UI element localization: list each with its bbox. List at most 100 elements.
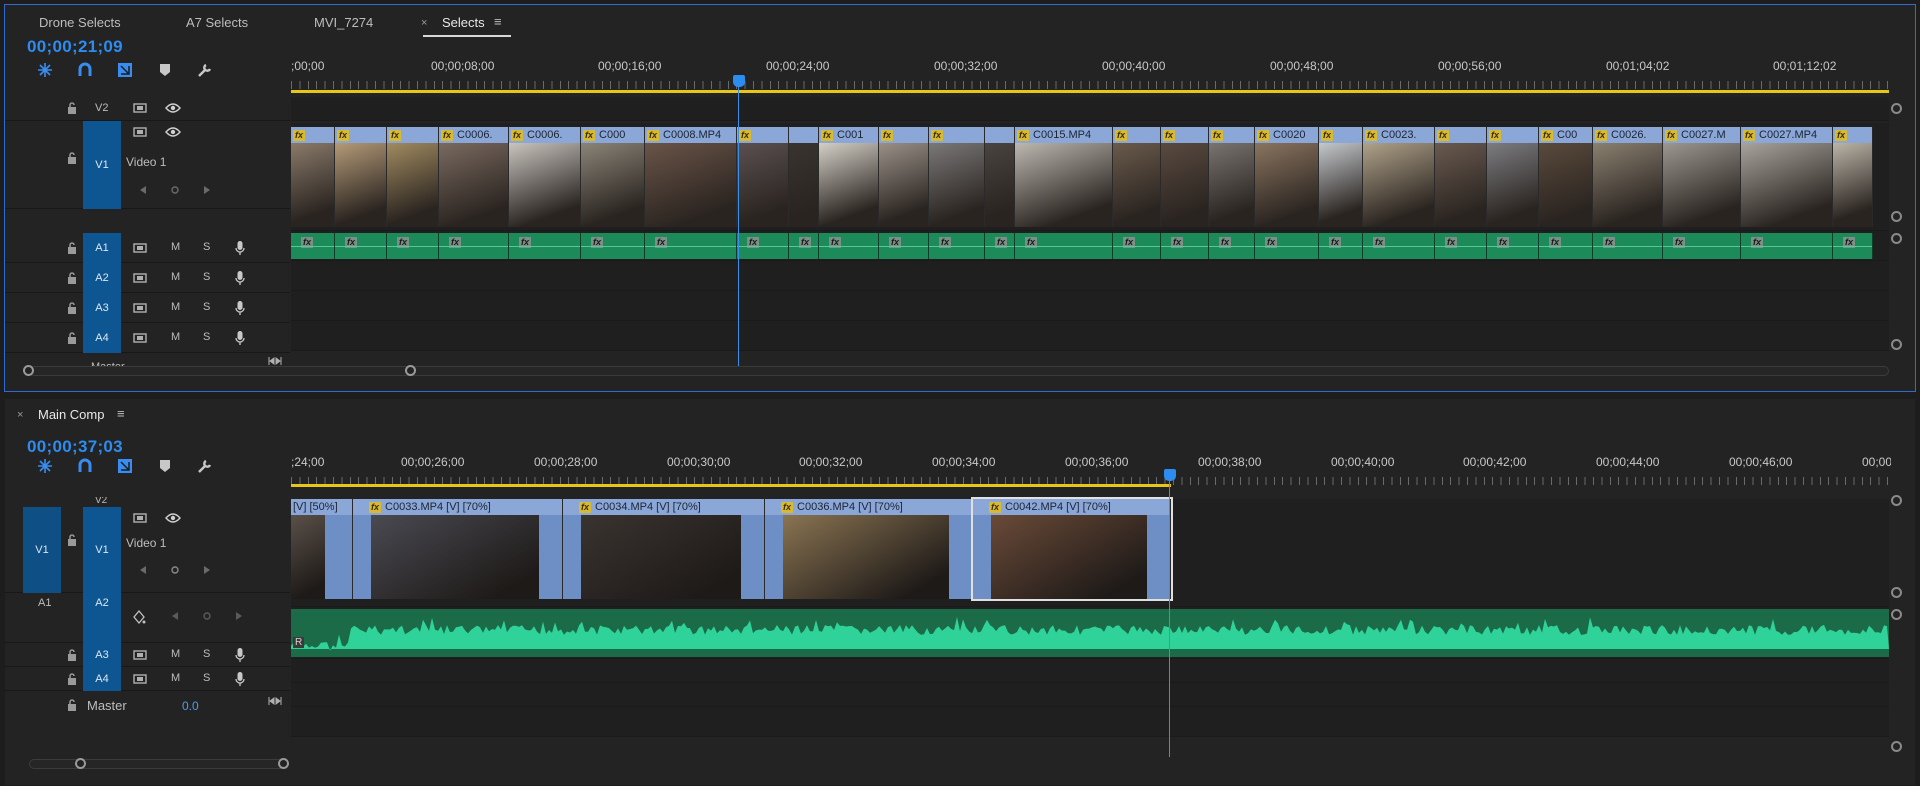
audio-clip[interactable]: fx xyxy=(439,233,509,259)
time-ruler[interactable]: ;24;00 00;00;26;00 00;00;28;00 00;00;30;… xyxy=(291,449,1891,497)
linked-selection-icon[interactable] xyxy=(105,455,145,477)
fx-badge-icon[interactable]: fx xyxy=(989,501,1002,513)
keyframe-mode-icon[interactable] xyxy=(132,609,148,625)
mute-button[interactable]: M xyxy=(171,331,180,343)
audio-clip[interactable]: fx xyxy=(985,233,1015,259)
audio-clip[interactable]: fx xyxy=(1113,233,1161,259)
lock-icon[interactable] xyxy=(65,648,79,662)
fx-badge-icon[interactable]: fx xyxy=(1257,129,1270,141)
lane-a4[interactable] xyxy=(291,683,1889,707)
tab-selects[interactable]: Selects xyxy=(442,15,485,30)
fx-badge-icon[interactable]: fx xyxy=(1017,129,1030,141)
playhead-handle[interactable] xyxy=(1164,469,1176,481)
video-clip[interactable]: fx xyxy=(1833,127,1873,227)
track-name-video-1[interactable]: Video 1 xyxy=(126,536,166,550)
video-clip[interactable]: fx xyxy=(1209,127,1255,227)
time-ruler[interactable]: ;00;00 00;00;08;00 00;00;16;00 00;00;24;… xyxy=(291,53,1891,101)
video-clip[interactable]: fx C0006. xyxy=(439,127,509,227)
toggle-sync-icon[interactable] xyxy=(132,271,148,285)
lock-icon[interactable] xyxy=(65,698,79,712)
eye-icon[interactable] xyxy=(164,101,182,115)
video-clip[interactable]: fx C000 xyxy=(581,127,645,227)
vscroll-audio-bottom[interactable] xyxy=(1891,741,1902,752)
lane-v2[interactable] xyxy=(291,97,1889,121)
tab-a7-selects[interactable]: A7 Selects xyxy=(186,15,248,30)
solo-button[interactable]: S xyxy=(203,301,210,313)
track-target-a3[interactable]: A3 xyxy=(83,293,121,323)
lock-icon[interactable] xyxy=(65,301,79,315)
fx-badge-icon[interactable]: fx xyxy=(739,129,752,141)
fx-badge-icon[interactable]: fx xyxy=(583,129,596,141)
vscroll-video-bottom[interactable] xyxy=(1891,587,1902,598)
toggle-sync-icon[interactable] xyxy=(132,241,148,255)
keyframe-icon[interactable] xyxy=(200,609,214,623)
audio-clip[interactable]: fx xyxy=(1209,233,1255,259)
mic-icon[interactable] xyxy=(233,299,247,317)
video-clip[interactable]: fx xyxy=(335,127,387,227)
lane-a3[interactable] xyxy=(291,659,1889,683)
playhead-line[interactable] xyxy=(738,85,739,367)
audio-clip[interactable]: fx xyxy=(1161,233,1209,259)
fx-badge-icon[interactable]: fx xyxy=(931,129,944,141)
horizontal-scrollbar[interactable] xyxy=(29,366,1889,376)
fx-badge-icon[interactable]: fx xyxy=(1115,129,1128,141)
audio-clip[interactable]: fx xyxy=(335,233,387,259)
fx-badge-icon[interactable]: fx xyxy=(1163,129,1176,141)
audio-clip[interactable]: fx xyxy=(1539,233,1593,259)
mic-icon[interactable] xyxy=(233,646,247,664)
zoom-handle-left[interactable] xyxy=(75,758,86,769)
fx-badge-icon[interactable]: fx xyxy=(647,129,660,141)
tab-mvi-7274[interactable]: MVI_7274 xyxy=(314,15,373,30)
lock-icon[interactable] xyxy=(65,101,79,115)
video-clip[interactable]: fx C0034.MP4 [V] [70%] xyxy=(563,499,765,599)
vscroll-audio-top[interactable] xyxy=(1891,233,1902,244)
toggle-sync-icon[interactable] xyxy=(132,301,148,315)
prev-keyframe-icon[interactable] xyxy=(136,183,150,197)
lane-master[interactable] xyxy=(291,707,1889,737)
snap-icon[interactable] xyxy=(25,59,65,81)
fx-badge-icon[interactable]: fx xyxy=(1541,129,1554,141)
video-clip[interactable]: fx xyxy=(291,127,335,227)
video-clip[interactable]: fx xyxy=(1161,127,1209,227)
solo-button[interactable]: S xyxy=(203,648,210,660)
audio-clip[interactable]: fx xyxy=(1363,233,1435,259)
eye-icon[interactable] xyxy=(164,511,182,525)
toggle-sync-icon[interactable] xyxy=(132,101,148,115)
toggle-sync-icon[interactable] xyxy=(132,511,148,525)
track-target-a4[interactable]: A4 xyxy=(83,323,121,353)
video-clip[interactable]: fx C0027.M xyxy=(1663,127,1741,227)
video-clip[interactable] xyxy=(985,127,1015,227)
fx-badge-icon[interactable]: fx xyxy=(293,129,306,141)
video-clip[interactable]: fx C0023. xyxy=(1363,127,1435,227)
video-clip[interactable]: fx C0020 xyxy=(1255,127,1319,227)
work-area-bar[interactable] xyxy=(291,90,1889,93)
master-volume-value[interactable]: 0.0 xyxy=(182,699,199,713)
solo-button[interactable]: S xyxy=(203,672,210,684)
video-clip[interactable]: fx xyxy=(929,127,985,227)
video-clip[interactable]: fx C00 xyxy=(1539,127,1593,227)
fx-badge-icon[interactable]: fx xyxy=(1437,129,1450,141)
lane-a2[interactable]: R xyxy=(291,607,1889,659)
solo-button[interactable]: S xyxy=(203,241,210,253)
mute-button[interactable]: M xyxy=(171,241,180,253)
audio-clip[interactable]: fx xyxy=(581,233,645,259)
playhead-line[interactable] xyxy=(1169,479,1170,757)
video-clip[interactable]: fx C0008.MP4 xyxy=(645,127,737,227)
video-clip[interactable]: fx xyxy=(387,127,439,227)
audio-clip[interactable]: fx xyxy=(789,233,819,259)
prev-keyframe-icon[interactable] xyxy=(168,609,182,623)
video-clip[interactable]: fx C0033.MP4 [V] [70%] xyxy=(353,499,563,599)
panel-menu-icon[interactable]: ≡ xyxy=(494,14,502,29)
vscroll-video-top[interactable] xyxy=(1891,495,1902,506)
horizontal-scrollbar[interactable] xyxy=(29,759,285,769)
next-keyframe-icon[interactable] xyxy=(200,563,214,577)
video-clip[interactable]: [V] [50%] xyxy=(291,499,353,599)
audio-clip[interactable]: fx xyxy=(1663,233,1741,259)
lane-a1[interactable]: fx fx fx fx fx fx fx fx fx fx fx fx fx fx fx fx fx fx fx fx… xyxy=(291,231,1889,261)
fx-badge-icon[interactable]: fx xyxy=(1365,129,1378,141)
fx-badge-icon[interactable]: fx xyxy=(1489,129,1502,141)
track-target-v1[interactable]: V1 xyxy=(83,507,121,593)
video-clip[interactable]: fx C0036.MP4 [V] [70%] xyxy=(765,499,973,599)
audio-clip[interactable]: fx xyxy=(1741,233,1833,259)
track-target-v1[interactable]: V1 xyxy=(83,121,121,209)
